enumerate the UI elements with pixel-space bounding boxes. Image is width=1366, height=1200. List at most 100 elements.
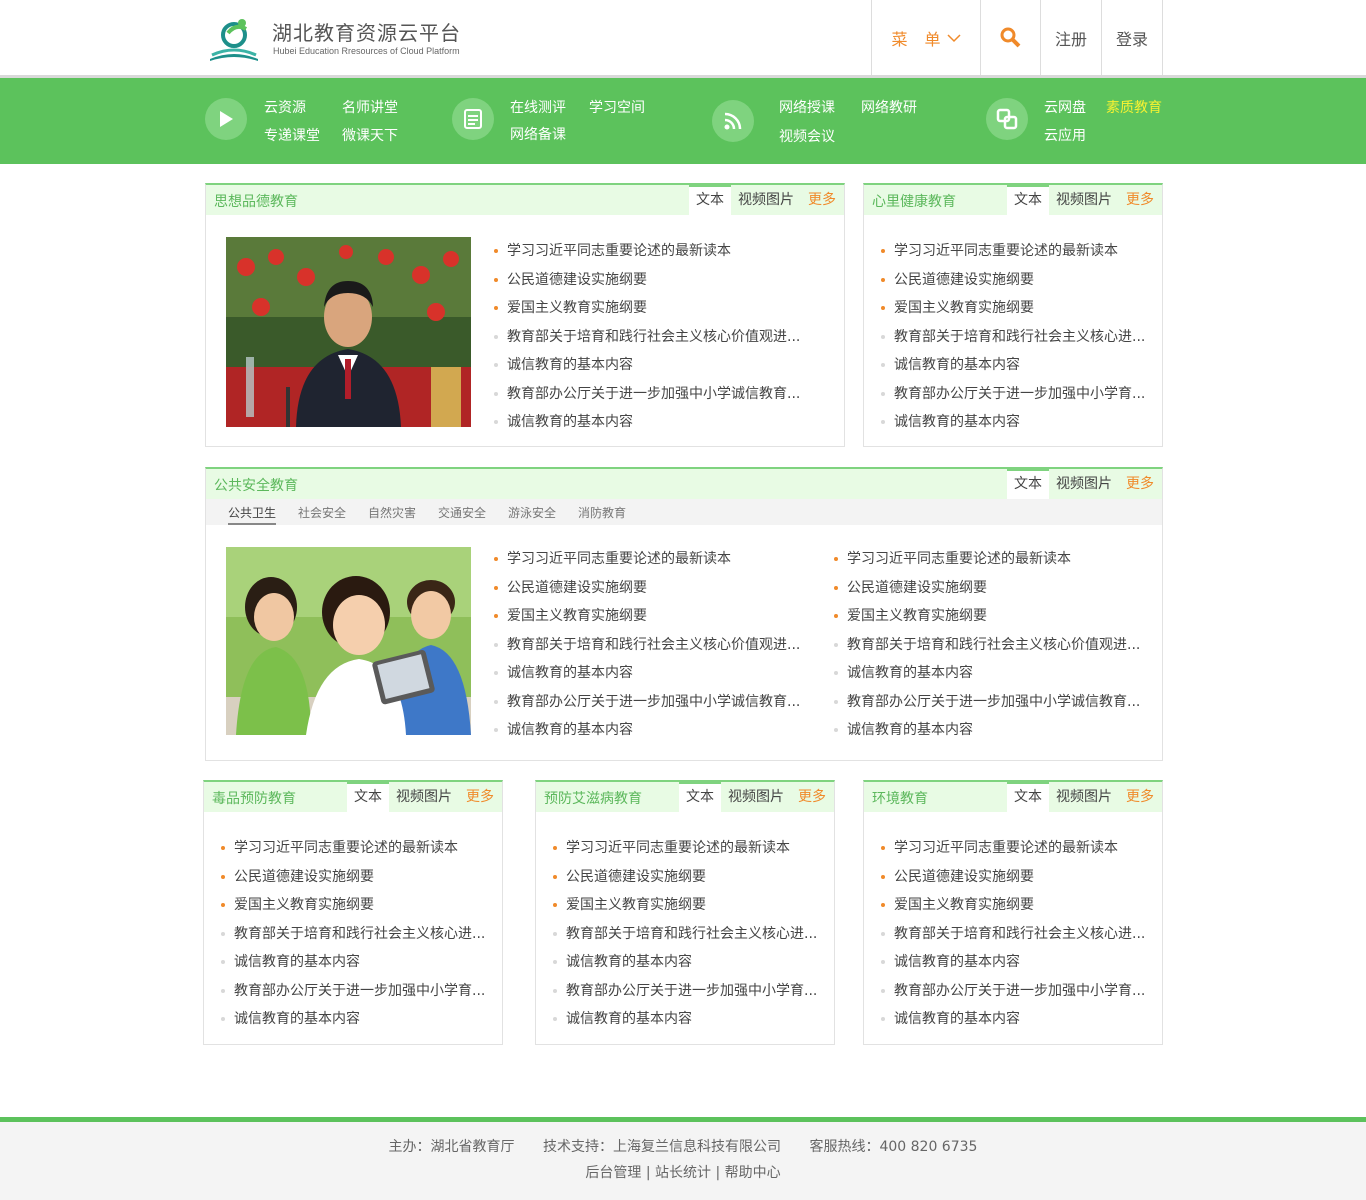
- subtab-public-health[interactable]: 公共卫生: [228, 504, 277, 525]
- list-item[interactable]: 爱国主义教育实施纲要: [881, 298, 1145, 327]
- list-item[interactable]: 教育部关于培育和践行社会主义核心价值观进...: [494, 327, 800, 356]
- list-item[interactable]: 教育部关于培育和践行社会主义核心进...: [881, 924, 1145, 953]
- subtab-social-safety[interactable]: 社会安全: [298, 504, 346, 521]
- list-item[interactable]: 公民道德建设实施纲要: [494, 578, 800, 607]
- subtab-natural-disaster[interactable]: 自然灾害: [368, 504, 416, 521]
- panel-title[interactable]: 公共安全教育: [214, 475, 298, 495]
- list-item[interactable]: 教育部办公厅关于进一步加强中小学育...: [553, 981, 817, 1010]
- tab-video-images[interactable]: 视频图片: [389, 782, 459, 812]
- list-item[interactable]: 爱国主义教育实施纲要: [494, 298, 800, 327]
- news-photo[interactable]: [226, 547, 471, 735]
- list-item[interactable]: 学习习近平同志重要论述的最新读本: [553, 838, 817, 867]
- news-photo[interactable]: [226, 237, 471, 427]
- list-item[interactable]: 公民道德建设实施纲要: [221, 867, 485, 896]
- tab-text[interactable]: 文本: [347, 782, 389, 812]
- nav-link-micro-class[interactable]: 微课天下: [342, 125, 398, 145]
- menu-button[interactable]: 菜 单: [872, 0, 981, 75]
- list-item[interactable]: 学习习近平同志重要论述的最新读本: [494, 549, 800, 578]
- list-item[interactable]: 学习习近平同志重要论述的最新读本: [881, 241, 1145, 270]
- list-item[interactable]: 诚信教育的基本内容: [553, 1009, 817, 1038]
- list-item[interactable]: 爱国主义教育实施纲要: [494, 606, 800, 635]
- list-item[interactable]: 教育部办公厅关于进一步加强中小学诚信教育...: [494, 384, 800, 413]
- nav-link-famous-teacher[interactable]: 名师讲堂: [342, 97, 398, 117]
- list-item[interactable]: 学习习近平同志重要论述的最新读本: [834, 549, 1140, 578]
- more-link[interactable]: 更多: [801, 185, 844, 215]
- tab-text[interactable]: 文本: [1007, 782, 1049, 812]
- list-item[interactable]: 诚信教育的基本内容: [494, 663, 800, 692]
- nav-link-online-lesson-prep[interactable]: 网络备课: [510, 124, 566, 144]
- subtab-traffic-safety[interactable]: 交通安全: [438, 504, 486, 521]
- subtab-fire-education[interactable]: 消防教育: [578, 504, 626, 521]
- nav-link-online-teaching[interactable]: 网络授课: [779, 97, 835, 117]
- tab-video-images[interactable]: 视频图片: [1049, 469, 1119, 499]
- list-item[interactable]: 教育部关于培育和践行社会主义核心进...: [221, 924, 485, 953]
- list-item[interactable]: 公民道德建设实施纲要: [881, 270, 1145, 299]
- tab-text[interactable]: 文本: [1007, 469, 1049, 499]
- list-item[interactable]: 教育部办公厅关于进一步加强中小学诚信教育...: [834, 692, 1140, 721]
- nav-link-quality-education[interactable]: 素质教育: [1106, 97, 1162, 117]
- tab-video-images[interactable]: 视频图片: [1049, 782, 1119, 812]
- list-item[interactable]: 教育部办公厅关于进一步加强中小学育...: [881, 384, 1145, 413]
- more-link[interactable]: 更多: [459, 782, 502, 812]
- panel-title[interactable]: 环境教育: [872, 788, 928, 808]
- list-item[interactable]: 爱国主义教育实施纲要: [221, 895, 485, 924]
- tab-video-images[interactable]: 视频图片: [1049, 185, 1119, 215]
- list-item[interactable]: 教育部办公厅关于进一步加强中小学育...: [881, 981, 1145, 1010]
- list-item[interactable]: 学习习近平同志重要论述的最新读本: [221, 838, 485, 867]
- list-item[interactable]: 诚信教育的基本内容: [881, 1009, 1145, 1038]
- panel-title[interactable]: 预防艾滋病教育: [544, 788, 642, 808]
- subtab-swim-safety[interactable]: 游泳安全: [508, 504, 556, 521]
- more-link[interactable]: 更多: [791, 782, 834, 812]
- tab-text[interactable]: 文本: [689, 185, 731, 215]
- list-item[interactable]: 公民道德建设实施纲要: [881, 867, 1145, 896]
- list-item[interactable]: 教育部关于培育和践行社会主义核心价值观进...: [834, 635, 1140, 664]
- more-link[interactable]: 更多: [1119, 469, 1162, 499]
- list-item[interactable]: 诚信教育的基本内容: [881, 355, 1145, 384]
- more-link[interactable]: 更多: [1119, 782, 1162, 812]
- list-item[interactable]: 学习习近平同志重要论述的最新读本: [494, 241, 800, 270]
- list-item[interactable]: 教育部关于培育和践行社会主义核心进...: [881, 327, 1145, 356]
- list-item[interactable]: 诚信教育的基本内容: [494, 355, 800, 384]
- list-item[interactable]: 诚信教育的基本内容: [834, 720, 1140, 749]
- register-link[interactable]: 注册: [1041, 0, 1102, 75]
- list-item[interactable]: 公民道德建设实施纲要: [834, 578, 1140, 607]
- nav-link-cloud-resource[interactable]: 云资源: [264, 97, 306, 117]
- list-item[interactable]: 爱国主义教育实施纲要: [881, 895, 1145, 924]
- list-item[interactable]: 诚信教育的基本内容: [221, 1009, 485, 1038]
- login-link[interactable]: 登录: [1102, 0, 1163, 75]
- list-item[interactable]: 诚信教育的基本内容: [221, 952, 485, 981]
- list-item[interactable]: 诚信教育的基本内容: [494, 720, 800, 749]
- search-button[interactable]: [981, 0, 1041, 75]
- panel-title[interactable]: 心里健康教育: [872, 191, 956, 211]
- tab-video-images[interactable]: 视频图片: [721, 782, 791, 812]
- list-item[interactable]: 教育部关于培育和践行社会主义核心进...: [553, 924, 817, 953]
- list-item[interactable]: 爱国主义教育实施纲要: [834, 606, 1140, 635]
- tab-text[interactable]: 文本: [679, 782, 721, 812]
- nav-link-video-meeting[interactable]: 视频会议: [779, 126, 835, 146]
- nav-link-online-research[interactable]: 网络教研: [861, 97, 917, 117]
- list-item[interactable]: 诚信教育的基本内容: [881, 412, 1145, 441]
- nav-link-special-class[interactable]: 专递课堂: [264, 125, 320, 145]
- site-logo[interactable]: 湖北教育资源云平台 Hubei Education Rresources of …: [206, 15, 461, 63]
- list-item[interactable]: 教育部办公厅关于进一步加强中小学育...: [221, 981, 485, 1010]
- list-item[interactable]: 诚信教育的基本内容: [494, 412, 800, 441]
- tab-text[interactable]: 文本: [1007, 185, 1049, 215]
- footer-links[interactable]: 后台管理 | 站长统计 | 帮助中心: [0, 1162, 1366, 1182]
- nav-link-learning-space[interactable]: 学习空间: [589, 97, 645, 117]
- list-item[interactable]: 爱国主义教育实施纲要: [553, 895, 817, 924]
- nav-link-cloud-disk[interactable]: 云网盘: [1044, 97, 1086, 117]
- list-item[interactable]: 公民道德建设实施纲要: [553, 867, 817, 896]
- tab-video-images[interactable]: 视频图片: [731, 185, 801, 215]
- nav-link-cloud-app[interactable]: 云应用: [1044, 125, 1086, 145]
- list-item[interactable]: 学习习近平同志重要论述的最新读本: [881, 838, 1145, 867]
- list-item[interactable]: 诚信教育的基本内容: [881, 952, 1145, 981]
- list-item[interactable]: 诚信教育的基本内容: [553, 952, 817, 981]
- panel-title[interactable]: 毒品预防教育: [212, 788, 296, 808]
- more-link[interactable]: 更多: [1119, 185, 1162, 215]
- list-item[interactable]: 教育部办公厅关于进一步加强中小学诚信教育...: [494, 692, 800, 721]
- list-item[interactable]: 诚信教育的基本内容: [834, 663, 1140, 692]
- list-item[interactable]: 公民道德建设实施纲要: [494, 270, 800, 299]
- list-item[interactable]: 教育部关于培育和践行社会主义核心价值观进...: [494, 635, 800, 664]
- nav-link-online-test[interactable]: 在线测评: [510, 97, 566, 117]
- panel-title[interactable]: 思想品德教育: [214, 191, 298, 211]
